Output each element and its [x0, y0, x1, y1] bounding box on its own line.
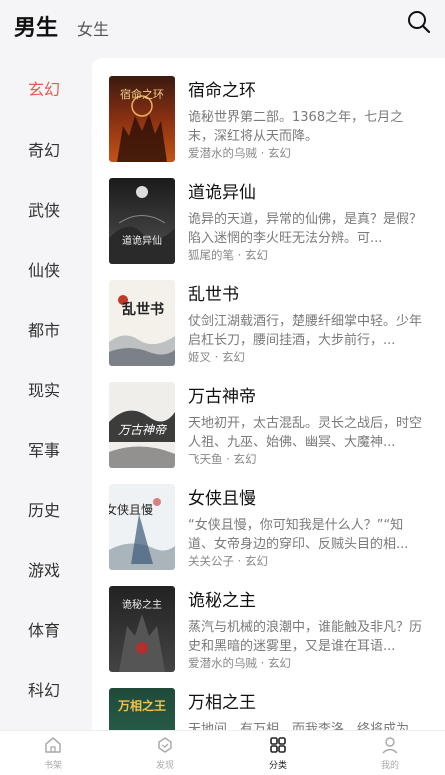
book-description: 天地间，有万相。而我李洛，终将成为... — [188, 722, 422, 730]
book-description: 诡异的天道，异常的仙佛，是真？是假？陷入迷惘的李火旺无法分辨。可... — [188, 212, 423, 246]
book-list: 宿命之环 宿命之环 诡秘世界第二部。1368之年，七月之末，深红将从天而降。 爱… — [92, 58, 445, 730]
nav-label: 我的 — [380, 761, 399, 771]
search-icon — [408, 11, 431, 34]
book-item[interactable]: 女侠且慢 女侠且慢 “女侠且慢，你可知我是什么人？”“知道、女帝身边的穿印、反贼… — [92, 484, 445, 584]
nav-discover[interactable]: 发现 — [135, 735, 195, 775]
sidebar-item-junshi[interactable]: 军事 — [0, 429, 92, 469]
book-title: 万古神帝 — [188, 387, 256, 407]
category-icon — [270, 737, 286, 753]
sidebar-item-kehuan[interactable]: 科幻 — [0, 669, 92, 709]
book-title: 诡秘之主 — [188, 591, 256, 611]
tab-female[interactable]: 女生 — [77, 16, 109, 40]
book-cover: 乱世书 — [109, 280, 175, 366]
sidebar-item-youxi[interactable]: 游戏 — [0, 549, 92, 589]
book-meta: 爱潜水的乌贼 · 玄幻 — [188, 656, 291, 670]
cover-title: 女侠且慢 — [109, 502, 153, 517]
book-description: 天地初开，太古混乱。灵长之战后，时空人祖、九巫、始佛、幽冥、大魔神... — [188, 416, 423, 450]
app-screen: 男生 女生 玄幻 奇幻 武侠 仙侠 都市 现实 军事 历史 游戏 体育 科幻 宿… — [0, 0, 445, 775]
nav-category[interactable]: 分类 — [248, 735, 308, 775]
book-cover: 宿命之环 — [109, 76, 175, 162]
book-description: 蒸汽与机械的浪潮中，谁能触及非凡？历史和黑暗的迷雾里，又是谁在耳语... — [188, 620, 423, 654]
nav-label: 分类 — [268, 761, 287, 771]
book-item[interactable]: 诡秘之主 诡秘之主 蒸汽与机械的浪潮中，谁能触及非凡？历史和黑暗的迷雾里，又是谁… — [92, 586, 445, 686]
sidebar-item-xuanhuan[interactable]: 玄幻 — [0, 68, 92, 108]
bottom-nav: 书架 发现 分类 我的 — [0, 730, 445, 775]
search-button[interactable] — [405, 8, 433, 36]
book-title: 道诡异仙 — [188, 183, 256, 203]
book-title: 万相之王 — [188, 693, 256, 713]
discover-icon — [158, 737, 172, 753]
book-cover: 万古神帝 — [109, 382, 175, 468]
book-item[interactable]: 宿命之环 宿命之环 诡秘世界第二部。1368之年，七月之末，深红将从天而降。 爱… — [92, 76, 445, 176]
book-title: 女侠且慢 — [188, 489, 256, 509]
book-item[interactable]: 万古神帝 万古神帝 天地初开，太古混乱。灵长之战后，时空人祖、九巫、始佛、幽冥、… — [92, 382, 445, 482]
nav-profile[interactable]: 我的 — [360, 735, 420, 775]
book-cover: 女侠且慢 — [109, 484, 175, 570]
sidebar-item-tiyu[interactable]: 体育 — [0, 609, 92, 649]
category-sidebar: 玄幻 奇幻 武侠 仙侠 都市 现实 军事 历史 游戏 体育 科幻 — [0, 58, 92, 730]
sidebar-item-qihuan[interactable]: 奇幻 — [0, 129, 92, 169]
cover-title: 万古神帝 — [118, 423, 168, 437]
nav-label: 发现 — [155, 761, 174, 771]
book-item[interactable]: 乱世书 乱世书 仗剑江湖载酒行，楚腰纤细掌中轻。少年启杠长刀，腰间挂酒，大步前行… — [92, 280, 445, 380]
book-meta: 关关公子 · 玄幻 — [188, 554, 268, 568]
book-meta: 爱潜水的乌贼 · 玄幻 — [188, 146, 291, 160]
book-cover: 道诡异仙 — [109, 178, 175, 264]
book-meta: 狐尾的笔 · 玄幻 — [188, 248, 268, 262]
sidebar-item-dushi[interactable]: 都市 — [0, 309, 92, 349]
sidebar-item-wuxia[interactable]: 武侠 — [0, 189, 92, 229]
sidebar-item-lishi[interactable]: 历史 — [0, 489, 92, 529]
sidebar-item-xianshi[interactable]: 现实 — [0, 369, 92, 409]
cover-title: 诡秘之主 — [122, 598, 162, 611]
header: 男生 女生 — [0, 0, 445, 56]
cover-title: 道诡异仙 — [122, 234, 162, 247]
cover-title: 万相之王 — [117, 698, 166, 713]
nav-label: 书架 — [43, 761, 62, 771]
bookshelf-icon — [45, 737, 61, 753]
book-description: 诡秘世界第二部。1368之年，七月之末，深红将从天而降。 — [188, 110, 404, 144]
tab-male[interactable]: 男生 — [14, 10, 58, 42]
cover-title: 乱世书 — [122, 301, 164, 318]
book-meta: 姬叉 · 玄幻 — [188, 350, 245, 364]
book-cover: 诡秘之主 — [109, 586, 175, 672]
book-title: 乱世书 — [188, 285, 239, 305]
book-item[interactable]: 万相之王 万相之王 天地间，有万相。而我李洛，终将成为... — [92, 688, 445, 730]
book-item[interactable]: 道诡异仙 道诡异仙 诡异的天道，异常的仙佛，是真？是假？陷入迷惘的李火旺无法分辨… — [92, 178, 445, 278]
book-description: 仗剑江湖载酒行，楚腰纤细掌中轻。少年启杠长刀，腰间挂酒，大步前行，... — [188, 314, 423, 348]
book-description: “女侠且慢，你可知我是什么人？”“知道、女帝身边的穿印、反贼头目的相... — [188, 518, 409, 552]
sidebar-item-xianxia[interactable]: 仙侠 — [0, 249, 92, 289]
nav-bookshelf[interactable]: 书架 — [23, 735, 83, 775]
book-cover: 万相之王 — [109, 688, 175, 730]
book-title: 宿命之环 — [188, 81, 256, 101]
cover-title: 宿命之环 — [120, 87, 164, 101]
profile-icon — [382, 737, 398, 754]
book-meta: 飞天鱼 · 玄幻 — [188, 452, 257, 466]
